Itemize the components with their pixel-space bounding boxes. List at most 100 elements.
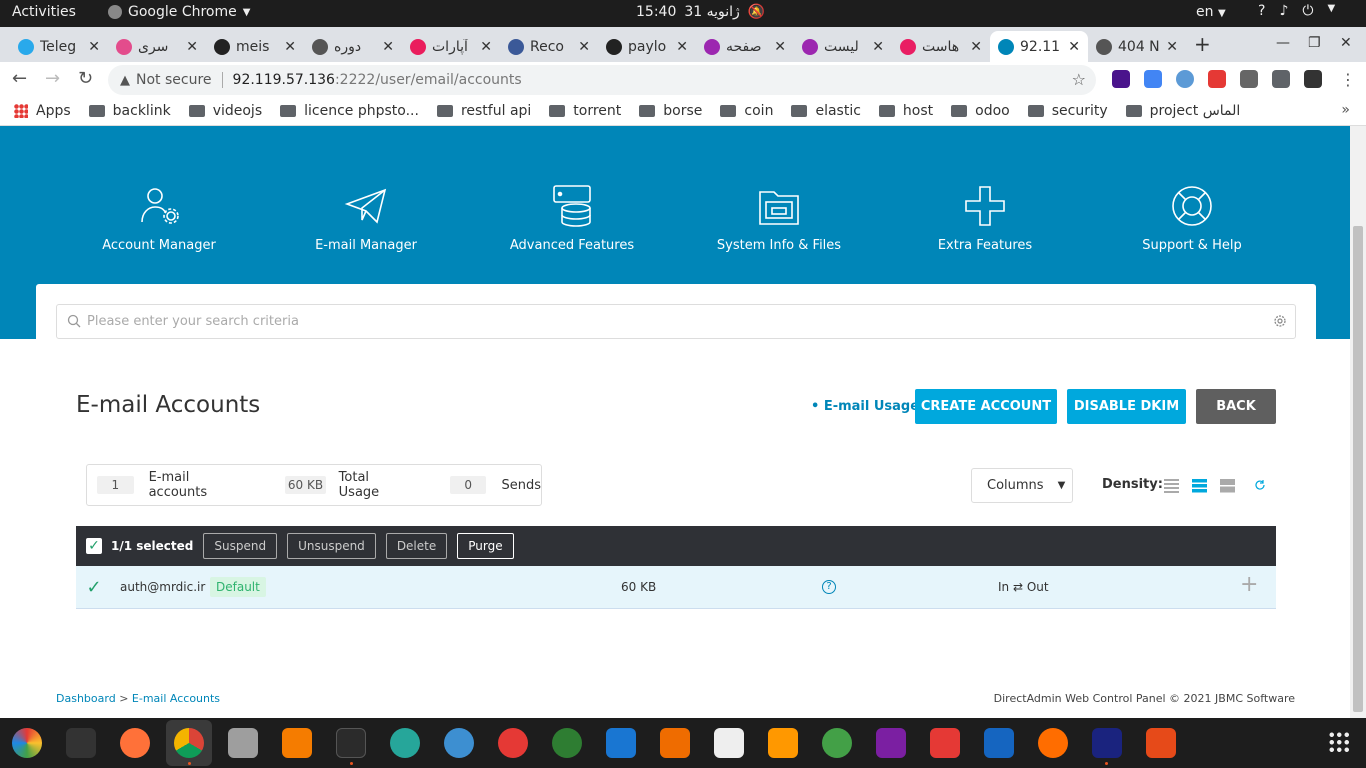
clock[interactable]: 15:40 31 ژانویه 🔕	[636, 4, 765, 20]
chevron-right-icon[interactable]: »	[1341, 102, 1350, 118]
tab-close-icon[interactable]: ✕	[1166, 39, 1178, 55]
email-address[interactable]: auth@mrdic.ir	[120, 580, 205, 594]
app-icon[interactable]	[606, 728, 636, 758]
app-icon[interactable]	[1092, 728, 1122, 758]
bookmark-folder[interactable]: host	[878, 103, 933, 119]
browser-tab[interactable]: meis ✕	[206, 31, 304, 62]
bookmark-folder[interactable]: project الماس	[1125, 103, 1240, 119]
close-window-button[interactable]: ✕	[1340, 35, 1352, 51]
app-icon[interactable]	[552, 728, 582, 758]
breadcrumb-dashboard[interactable]: Dashboard	[56, 692, 116, 705]
bookmark-folder[interactable]: coin	[720, 103, 773, 119]
browser-tab[interactable]: لیست ✕	[794, 31, 892, 62]
app-icon[interactable]	[390, 728, 420, 758]
back-button[interactable]: BACK	[1196, 389, 1276, 424]
app-icon[interactable]	[660, 728, 690, 758]
refresh-icon[interactable]	[1254, 479, 1266, 491]
app-icon[interactable]	[1146, 728, 1176, 758]
question-circle-icon[interactable]: ?	[822, 580, 836, 594]
address-bar[interactable]: ▲ Not secure 92.119.57.136:2222/user/ema…	[108, 65, 1096, 95]
gear-icon[interactable]	[1273, 314, 1287, 328]
reload-icon[interactable]: ↻	[78, 68, 93, 89]
maximize-button[interactable]: ❐	[1308, 35, 1321, 51]
browser-tab[interactable]: سری ✕	[108, 31, 206, 62]
menu-email-manager[interactable]: E-mail Manager	[286, 184, 446, 253]
disable-dkim-button[interactable]: DISABLE DKIM	[1067, 389, 1186, 424]
tab-close-icon[interactable]: ✕	[970, 39, 982, 55]
software-center-icon[interactable]	[282, 728, 312, 758]
bookmark-folder[interactable]: licence phpsto...	[280, 103, 419, 119]
tab-close-icon[interactable]: ✕	[1068, 39, 1080, 55]
density-compact-icon[interactable]	[1164, 478, 1179, 493]
browser-tab[interactable]: Reco ✕	[500, 31, 598, 62]
browser-tab[interactable]: paylo ✕	[598, 31, 696, 62]
translate-extension-icon[interactable]	[1144, 70, 1162, 88]
browser-tab[interactable]: 404 N ✕	[1088, 31, 1186, 62]
postman-icon[interactable]	[1038, 728, 1068, 758]
tab-close-icon[interactable]: ✕	[88, 39, 100, 55]
chrome-icon[interactable]	[174, 728, 204, 758]
new-tab-button[interactable]: +	[1194, 32, 1211, 56]
bookmark-folder[interactable]: odoo	[951, 103, 1010, 119]
terminal-icon[interactable]	[336, 728, 366, 758]
extension-icon[interactable]	[1112, 70, 1130, 88]
back-arrow-icon[interactable]: ←	[12, 68, 27, 89]
tab-close-icon[interactable]: ✕	[186, 39, 198, 55]
bookmark-folder[interactable]: security	[1027, 103, 1108, 119]
suspend-button[interactable]: Suspend	[203, 533, 278, 559]
phpstorm-icon[interactable]	[876, 728, 906, 758]
email-usage-link[interactable]: • E-mail Usage	[811, 399, 919, 414]
tab-close-icon[interactable]: ✕	[578, 39, 590, 55]
extension-icon[interactable]	[1240, 70, 1258, 88]
settings-icon[interactable]	[714, 728, 744, 758]
tab-close-icon[interactable]: ✕	[284, 39, 296, 55]
browser-tab[interactable]: دوره ✕	[304, 31, 402, 62]
search-input[interactable]: Please enter your search criteria	[56, 304, 1296, 339]
more-menu-icon[interactable]: ⋮	[1340, 70, 1356, 89]
bookmark-folder[interactable]: elastic	[791, 103, 861, 119]
app-icon[interactable]	[822, 728, 852, 758]
table-row[interactable]: ✓ auth@mrdic.ir Default 60 KB ? In ⇄ Out…	[76, 566, 1276, 609]
show-applications-icon[interactable]	[1328, 731, 1350, 753]
forward-arrow-icon[interactable]: →	[45, 68, 60, 89]
extension-icon[interactable]	[1176, 70, 1194, 88]
breadcrumb-email-accounts[interactable]: E-mail Accounts	[132, 692, 220, 705]
tab-close-icon[interactable]: ✕	[676, 39, 688, 55]
bookmark-folder[interactable]: torrent	[549, 103, 621, 119]
bookmark-apps[interactable]: Apps	[14, 103, 71, 119]
system-menu[interactable]: ? ♪ ⏻ ▼	[1258, 3, 1335, 19]
bookmark-folder[interactable]: videojs	[188, 103, 262, 119]
menu-support-help[interactable]: Support & Help	[1112, 184, 1272, 253]
profile-icon[interactable]	[1304, 70, 1322, 88]
sublime-text-icon[interactable]	[768, 728, 798, 758]
row-checkbox[interactable]: ✓	[86, 577, 102, 598]
color-picker-app-icon[interactable]	[12, 728, 42, 758]
browser-tab[interactable]: هاست ✕	[892, 31, 990, 62]
tab-close-icon[interactable]: ✕	[480, 39, 492, 55]
app-icon[interactable]	[498, 728, 528, 758]
language-indicator[interactable]: en ▼	[1196, 4, 1226, 20]
page-scrollbar[interactable]	[1350, 126, 1366, 718]
extension-icon[interactable]	[1208, 70, 1226, 88]
browser-tab[interactable]: آپارات ✕	[402, 31, 500, 62]
density-normal-icon[interactable]	[1192, 478, 1207, 493]
expand-plus-icon[interactable]: +	[1240, 572, 1258, 597]
purge-button[interactable]: Purge	[457, 533, 514, 559]
menu-advanced-features[interactable]: Advanced Features	[492, 184, 652, 253]
document-icon[interactable]	[984, 728, 1014, 758]
delete-button[interactable]: Delete	[385, 533, 448, 559]
unsuspend-button[interactable]: Unsuspend	[287, 533, 376, 559]
browser-tab[interactable]: صفحه ✕	[696, 31, 794, 62]
bookmark-folder[interactable]: restful api	[436, 103, 531, 119]
app-icon[interactable]	[930, 728, 960, 758]
tab-close-icon[interactable]: ✕	[774, 39, 786, 55]
minimize-button[interactable]: —	[1276, 35, 1290, 51]
tab-close-icon[interactable]: ✕	[872, 39, 884, 55]
menu-extra-features[interactable]: Extra Features	[905, 184, 1065, 253]
system-monitor-icon[interactable]	[66, 728, 96, 758]
firefox-icon[interactable]	[120, 728, 150, 758]
qbittorrent-icon[interactable]	[444, 728, 474, 758]
bookmark-folder[interactable]: borse	[639, 103, 702, 119]
bookmark-star-icon[interactable]: ☆	[1072, 70, 1086, 89]
puzzle-icon[interactable]	[1272, 70, 1290, 88]
